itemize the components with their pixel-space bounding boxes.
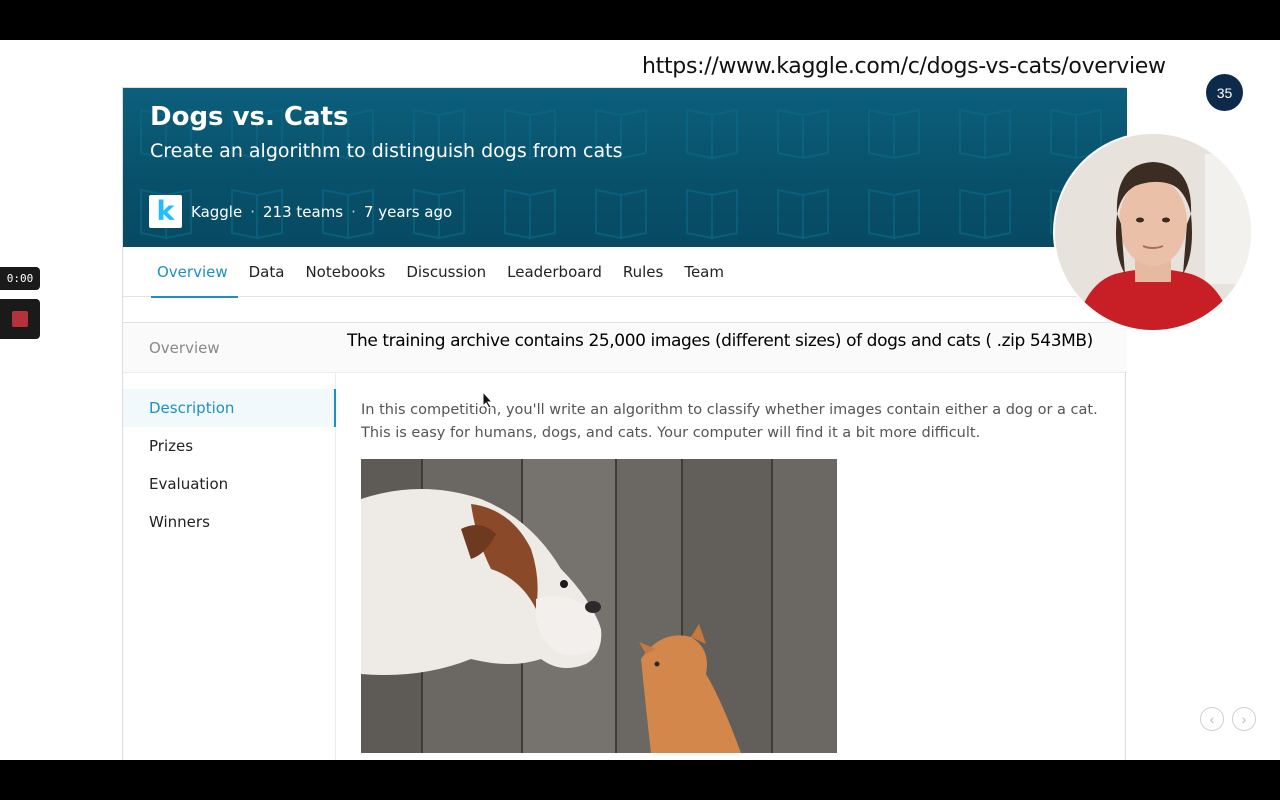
mouse-cursor-icon — [482, 391, 494, 409]
tab-leaderboard[interactable]: Leaderboard — [497, 247, 612, 297]
meta-separator: · — [351, 202, 356, 221]
chevron-left-icon[interactable]: ‹ — [1200, 707, 1224, 731]
competition-subtitle: Create an algorithm to distinguish dogs … — [150, 140, 623, 162]
competition-meta: k Kaggle · 213 teams · 7 years ago — [149, 195, 452, 228]
stop-icon — [12, 311, 28, 327]
webcam-overlay — [1053, 132, 1253, 332]
tab-discussion[interactable]: Discussion — [396, 247, 496, 297]
kaggle-logo-icon[interactable]: k — [149, 195, 182, 228]
side-nav-prizes[interactable]: Prizes — [123, 427, 336, 465]
stop-recording-button[interactable] — [0, 299, 40, 339]
overview-side-nav: Description Prizes Evaluation Winners — [123, 373, 336, 760]
overview-content: Overview The training archive contains 2… — [123, 322, 1127, 760]
side-nav-evaluation[interactable]: Evaluation — [123, 465, 336, 503]
host-name[interactable]: Kaggle — [191, 203, 242, 221]
slide: https://www.kaggle.com/c/dogs-vs-cats/ov… — [0, 40, 1280, 760]
kaggle-competition-page: Dogs vs. Cats Create an algorithm to dis… — [122, 87, 1127, 760]
tab-data[interactable]: Data — [239, 247, 295, 297]
tab-notebooks[interactable]: Notebooks — [295, 247, 395, 297]
overview-section-label: Overview — [149, 339, 220, 357]
competition-tabs: Overview Data Notebooks Discussion Leade… — [123, 247, 1127, 298]
slide-annotation: The training archive contains 25,000 ima… — [347, 331, 1093, 351]
competition-banner: Dogs vs. Cats Create an algorithm to dis… — [123, 88, 1127, 247]
team-count: 213 teams — [263, 202, 344, 221]
competition-age: 7 years ago — [363, 202, 453, 221]
url-caption: https://www.kaggle.com/c/dogs-vs-cats/ov… — [642, 54, 1166, 79]
slide-number-badge: 35 — [1206, 74, 1243, 111]
side-nav-description[interactable]: Description — [123, 389, 336, 427]
tab-overview[interactable]: Overview — [147, 247, 238, 298]
side-nav-winners[interactable]: Winners — [123, 503, 336, 541]
tab-team[interactable]: Team — [674, 247, 734, 297]
meta-separator: · — [250, 202, 255, 221]
dog-and-cat-photo — [361, 459, 837, 753]
competition-title: Dogs vs. Cats — [150, 102, 349, 132]
description-text: In this competition, you'll write an alg… — [361, 402, 1098, 441]
chevron-right-icon[interactable]: › — [1232, 707, 1256, 731]
presenter-video — [1055, 134, 1251, 330]
tab-rules[interactable]: Rules — [613, 247, 673, 297]
overview-header: Overview The training archive contains 2… — [123, 323, 1127, 373]
recording-timer: 0:00 — [0, 267, 40, 290]
